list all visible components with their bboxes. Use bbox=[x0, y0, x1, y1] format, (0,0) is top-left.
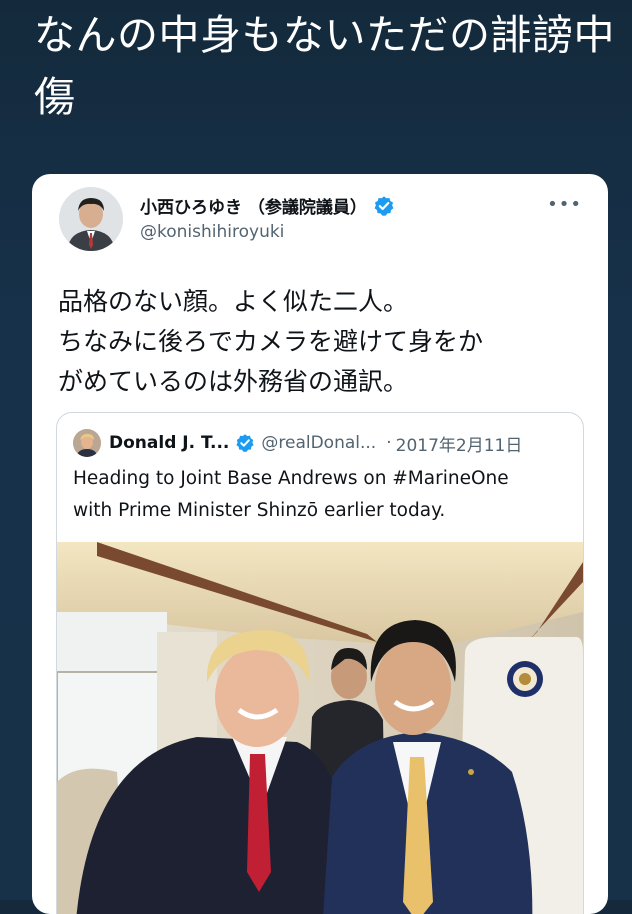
photo-illustration bbox=[57, 542, 583, 914]
tweet-card[interactable]: 小西ひろゆき （参議院議員） @konishihiroyuki ••• 品格のな… bbox=[32, 174, 608, 914]
separator-dot: · bbox=[386, 433, 392, 453]
quoted-text-line: with Prime Minister Shinzō earlier today… bbox=[73, 500, 446, 521]
more-horizontal-icon[interactable]: ••• bbox=[547, 194, 582, 215]
display-name[interactable]: 小西ひろゆき （参議院議員） bbox=[140, 193, 367, 218]
avatar[interactable] bbox=[59, 187, 123, 251]
verified-badge-icon bbox=[374, 195, 394, 216]
quoted-handle[interactable]: @realDonal... bbox=[261, 433, 376, 453]
handle[interactable]: @konishihiroyuki bbox=[140, 222, 284, 242]
quoted-tweet-text: Heading to Joint Base Andrews on #Marine… bbox=[73, 463, 569, 527]
quoted-tweet-header: Donald J. T... @realDonal... · 2017年2月11… bbox=[73, 429, 522, 457]
tweet-text-line: がめているのは外務省の通訳。 bbox=[58, 367, 409, 396]
quoted-avatar[interactable] bbox=[73, 429, 101, 457]
verified-badge-icon bbox=[236, 434, 254, 452]
quoted-text-line: Heading to Joint Base Andrews on #Marine… bbox=[73, 468, 509, 489]
quoted-display-name[interactable]: Donald J. T... bbox=[109, 433, 229, 453]
quoted-photo[interactable] bbox=[57, 542, 583, 914]
tweet-text-line: ちなみに後ろでカメラを避けて身をか bbox=[58, 327, 484, 356]
quoted-tweet[interactable]: Donald J. T... @realDonal... · 2017年2月11… bbox=[56, 412, 584, 914]
headline: なんの中身もないただの誹謗中傷 bbox=[34, 11, 615, 121]
tweet-text-line: 品格のない顔。よく似た二人。 bbox=[58, 287, 409, 316]
tweet-text: 品格のない顔。よく似た二人。 ちなみに後ろでカメラを避けて身をか がめているのは… bbox=[58, 282, 588, 402]
quoted-date[interactable]: 2017年2月11日 bbox=[396, 431, 523, 456]
